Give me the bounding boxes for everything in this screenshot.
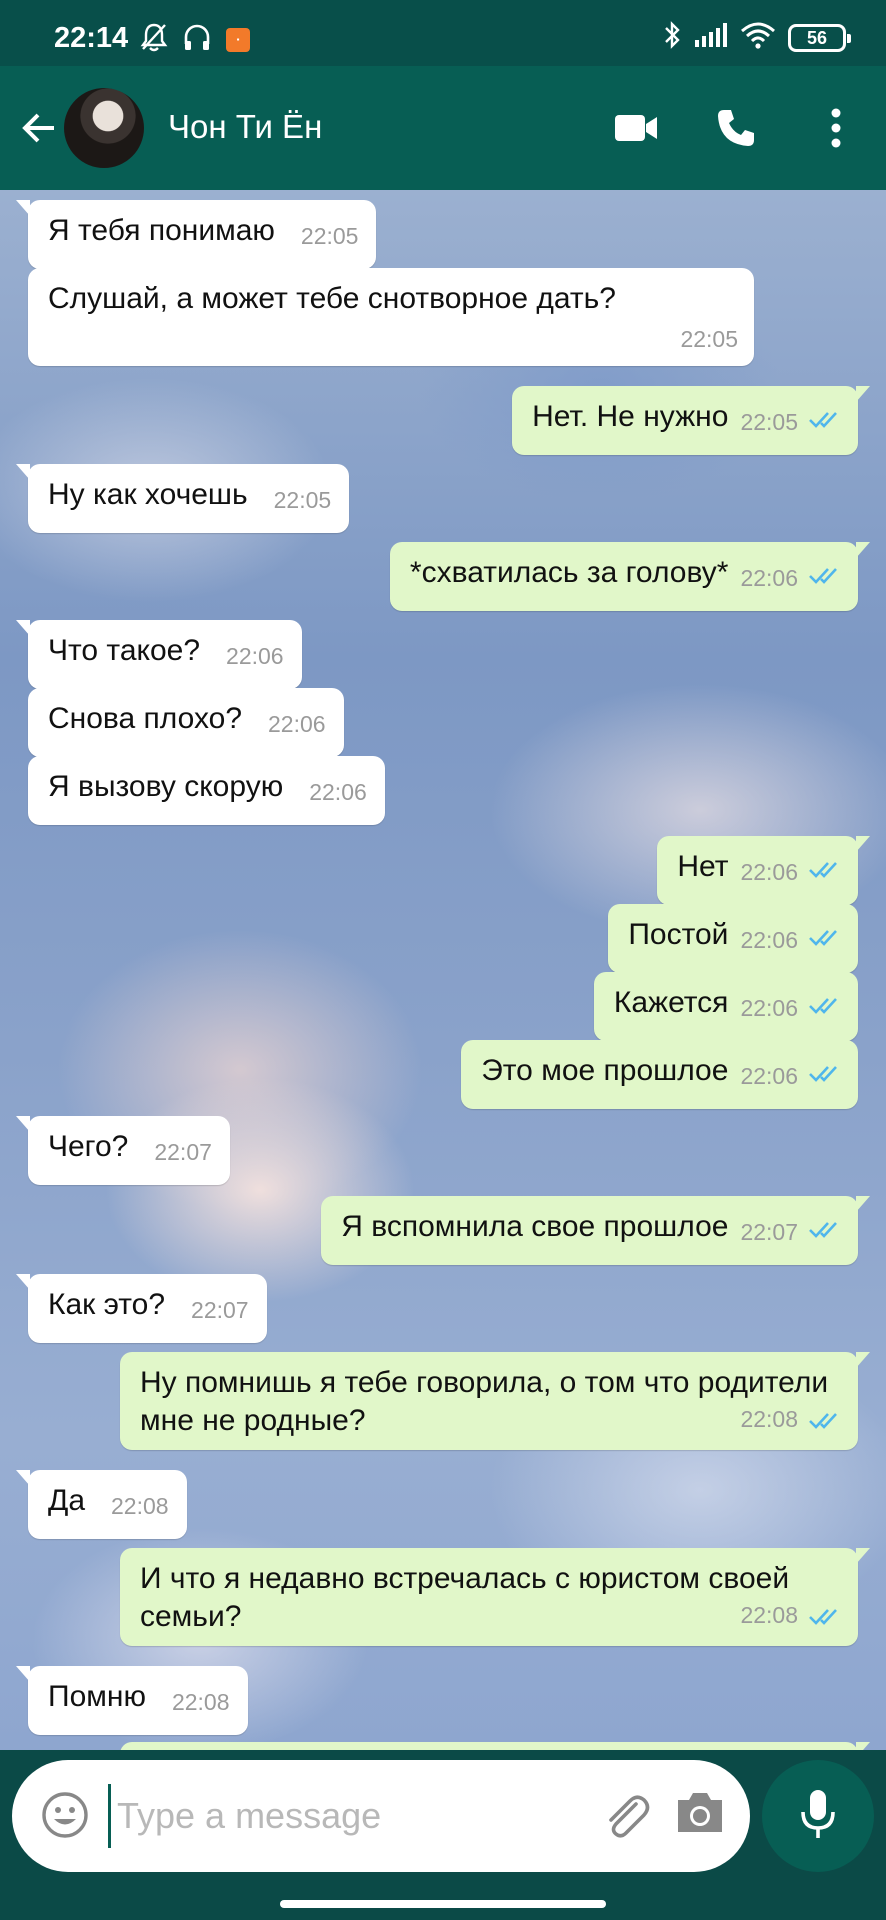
status-bar: 22:14 ▪ 56 bbox=[0, 0, 886, 66]
status-left-icons: ▪ bbox=[140, 22, 250, 57]
incoming-message[interactable]: Я тебя понимаю 22:05 bbox=[15, 200, 377, 269]
outgoing-message[interactable]: Кажется 22:06 bbox=[593, 972, 858, 1041]
bell-off-icon bbox=[140, 22, 168, 57]
camera-icon[interactable] bbox=[674, 1790, 726, 1842]
voice-call-icon[interactable] bbox=[710, 102, 762, 154]
message-text: Как это? bbox=[48, 1288, 166, 1321]
message-text: Что такое? bbox=[48, 634, 201, 667]
message-text: Нет bbox=[677, 850, 729, 883]
message-text: Это мое прошлое bbox=[481, 1054, 729, 1087]
read-ticks-icon bbox=[808, 402, 842, 440]
outgoing-message[interactable]: Это мое прошлое 22:06 bbox=[461, 1040, 858, 1109]
back-arrow-icon[interactable] bbox=[18, 106, 62, 150]
paperclip-icon[interactable] bbox=[598, 1788, 654, 1844]
read-ticks-icon bbox=[808, 1056, 842, 1094]
message-time: 22:06 bbox=[740, 565, 798, 591]
status-time: 22:14 bbox=[54, 22, 129, 54]
message-text: Постой bbox=[628, 918, 729, 951]
outgoing-message-partial[interactable] bbox=[120, 1742, 870, 1750]
message-text: И что я недавно встречалась с юристом св… bbox=[140, 1562, 790, 1633]
message-time-group: 22:08 bbox=[740, 1596, 842, 1638]
video-call-icon[interactable] bbox=[610, 102, 662, 154]
wifi-icon bbox=[740, 21, 776, 54]
message-time: 22:07 bbox=[740, 1219, 798, 1245]
bluetooth-icon bbox=[662, 20, 682, 55]
message-time: 22:07 bbox=[191, 1297, 249, 1323]
incoming-message[interactable]: Я вызову скорую 22:06 bbox=[28, 756, 385, 825]
message-text: Снова плохо? bbox=[48, 702, 243, 735]
message-time: 22:06 bbox=[740, 1063, 798, 1089]
message-time: 22:05 bbox=[273, 487, 332, 513]
incoming-message[interactable]: Чего? 22:07 bbox=[16, 1116, 230, 1185]
message-text: Чего? bbox=[48, 1130, 129, 1163]
more-vertical-icon[interactable] bbox=[810, 102, 862, 154]
chat-messages-area[interactable]: Я тебя понимаю 22:05 Слушай, а может тебе… bbox=[0, 190, 886, 1750]
message-text: Я вызову скорую bbox=[48, 770, 284, 803]
message-text: Я тебя понимаю bbox=[48, 214, 275, 247]
emoji-icon[interactable] bbox=[40, 1790, 90, 1840]
read-ticks-icon bbox=[808, 1600, 842, 1638]
incoming-message[interactable]: Да 22:08 bbox=[16, 1470, 187, 1539]
read-ticks-icon bbox=[808, 558, 842, 596]
outgoing-message[interactable]: Нет. Не нужно 22:05 bbox=[512, 386, 870, 455]
message-time: 22:05 bbox=[300, 223, 359, 249]
message-input[interactable] bbox=[108, 1784, 578, 1848]
message-composer bbox=[12, 1760, 750, 1872]
message-time: 22:06 bbox=[309, 779, 367, 805]
message-text: Я вспомнила свое прошлое bbox=[341, 1210, 729, 1243]
message-time: 22:05 bbox=[740, 409, 798, 435]
microphone-icon bbox=[798, 1788, 838, 1845]
avatar[interactable] bbox=[64, 88, 144, 168]
headphones-icon bbox=[182, 22, 212, 57]
message-time: 22:08 bbox=[111, 1493, 169, 1519]
outgoing-message[interactable]: Постой 22:06 bbox=[608, 904, 858, 973]
outgoing-message[interactable]: Нет 22:06 bbox=[657, 836, 870, 905]
message-text: Да bbox=[48, 1484, 86, 1517]
message-text: Ну помнишь я тебе говорила, о том что ро… bbox=[140, 1366, 829, 1437]
incoming-message[interactable]: Ну как хочешь 22:05 bbox=[15, 464, 350, 533]
message-time: 22:06 bbox=[740, 995, 798, 1021]
outgoing-message[interactable]: Ну помнишь я тебе говорила, о том что ро… bbox=[120, 1352, 870, 1450]
read-ticks-icon bbox=[808, 988, 842, 1026]
read-ticks-icon bbox=[808, 852, 842, 890]
message-text: Слушай, а может тебе снотворное дать? bbox=[48, 282, 616, 315]
message-time: 22:08 bbox=[740, 1602, 798, 1628]
incoming-message[interactable]: Как это? 22:07 bbox=[16, 1274, 267, 1343]
signal-icon bbox=[694, 22, 728, 53]
message-text: Нет. Не нужно bbox=[532, 400, 729, 433]
read-ticks-icon bbox=[808, 1212, 842, 1250]
status-right-icons: 56 bbox=[662, 20, 851, 55]
message-time: 22:08 bbox=[171, 1689, 230, 1715]
outgoing-message[interactable]: *схватилась за голову* 22:06 bbox=[389, 542, 871, 611]
read-ticks-icon bbox=[808, 920, 842, 958]
battery-icon: 56 bbox=[788, 23, 851, 52]
incoming-message[interactable]: Что такое? 22:06 bbox=[16, 620, 302, 689]
message-time: 22:06 bbox=[740, 927, 798, 953]
chat-header: Чон Ти Ён bbox=[0, 66, 886, 190]
message-time: 22:06 bbox=[268, 711, 326, 737]
outgoing-message[interactable]: Я вспомнила свое прошлое 22:07 bbox=[321, 1196, 870, 1265]
message-time: 22:06 bbox=[740, 859, 798, 885]
message-text: Помню bbox=[48, 1680, 146, 1713]
read-ticks-icon bbox=[808, 1404, 842, 1442]
contact-name[interactable]: Чон Ти Ён bbox=[168, 108, 322, 146]
message-time: 22:05 bbox=[680, 326, 738, 352]
message-time: 22:06 bbox=[226, 643, 284, 669]
mic-button[interactable] bbox=[762, 1760, 874, 1872]
message-time: 22:08 bbox=[740, 1406, 798, 1432]
home-indicator[interactable] bbox=[280, 1900, 606, 1908]
incoming-message[interactable]: Помню 22:08 bbox=[16, 1666, 248, 1735]
message-time: 22:07 bbox=[154, 1139, 212, 1165]
message-text: Ну как хочешь bbox=[48, 478, 248, 511]
outgoing-message[interactable]: И что я недавно встречалась с юристом св… bbox=[120, 1548, 870, 1646]
message-text: *схватилась за голову* bbox=[409, 556, 729, 589]
sim-icon: ▪ bbox=[226, 27, 250, 52]
incoming-message[interactable]: Снова плохо? 22:06 bbox=[28, 688, 344, 757]
incoming-message[interactable]: Слушай, а может тебе снотворное дать? 22… bbox=[28, 268, 754, 366]
message-time-group: 22:08 bbox=[740, 1400, 842, 1442]
message-text: Кажется bbox=[613, 986, 729, 1019]
